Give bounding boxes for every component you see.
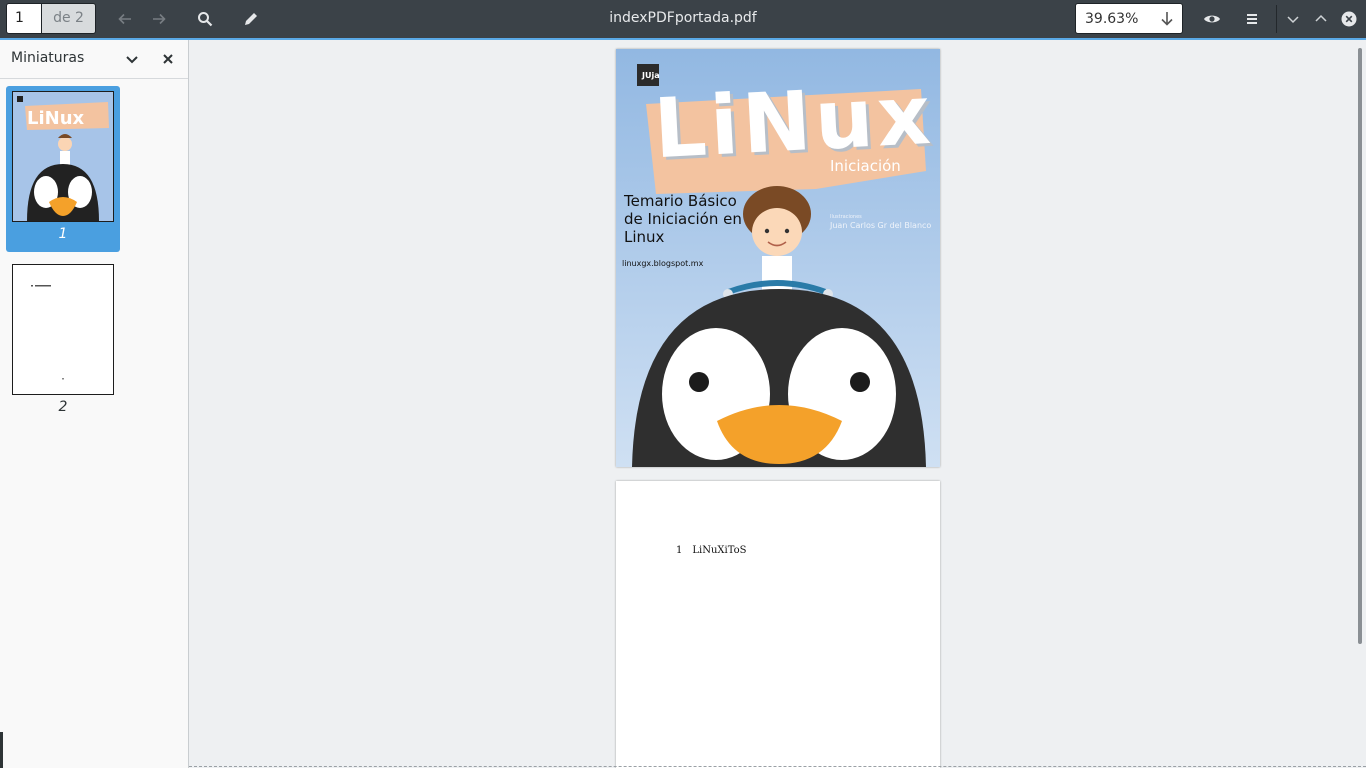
hamburger-menu-icon [1247, 14, 1257, 24]
sidebar-title: Miniaturas [11, 50, 85, 66]
svg-text:LiNux: LiNux [27, 108, 85, 129]
thumbnails-sidebar: Miniaturas LiNux 1 2 [0, 40, 189, 768]
sidebar-close-icon[interactable] [160, 51, 176, 67]
close-window-button[interactable] [1335, 5, 1363, 33]
zoom-value: 39.63% [1085, 11, 1139, 27]
forward-button[interactable] [145, 5, 173, 33]
cover-heading-line-2: de Iniciación en [624, 210, 742, 228]
toc-entry: 1 LiNuXiToS [676, 545, 747, 556]
cover-subtitle: Iniciación [830, 157, 901, 175]
window-edge-marker [0, 732, 3, 768]
page-number-input[interactable]: 1 [6, 3, 42, 34]
search-button[interactable] [191, 5, 219, 33]
previous-match-button[interactable] [1307, 5, 1335, 33]
page-2-thumbnail-label: 2 [58, 399, 68, 415]
header-bar: 1 de 2 indexPDFportada.pdf 39.63% [0, 0, 1366, 40]
annotate-button[interactable] [237, 5, 265, 33]
page-1-thumbnail-label: 1 [58, 226, 68, 242]
cover-heading-line-3: Linux [624, 228, 665, 246]
vertical-scrollbar[interactable] [1358, 48, 1362, 644]
toc-entry-number: 1 [676, 545, 683, 556]
close-icon [1341, 11, 1357, 27]
back-button[interactable] [111, 5, 139, 33]
sidebar-header: Miniaturas [0, 40, 188, 79]
bottom-dashed-line [189, 766, 1366, 767]
next-match-button[interactable] [1279, 5, 1307, 33]
sidebar-mode-chevron-down-icon[interactable] [124, 51, 140, 67]
document-view[interactable]: JUja LiNux Iniciación Temario Básico de … [189, 40, 1366, 768]
view-options-button[interactable] [1198, 5, 1226, 33]
page-2: 1 LiNuXiToS [616, 481, 940, 768]
header-separator [1276, 5, 1277, 33]
cover-heading-line-1: Temario Básico [624, 192, 737, 210]
search-icon [198, 12, 213, 27]
page-1-cover: JUja LiNux Iniciación Temario Básico de … [616, 49, 940, 467]
page-1-thumbnail[interactable]: LiNux [12, 91, 114, 222]
toc-entry-title: LiNuXiToS [692, 545, 747, 556]
cover-credit-label: Ilustraciones [830, 214, 862, 220]
cover-heading: Temario Básico de Iniciación en Linux [624, 192, 742, 246]
pencil-icon [245, 13, 257, 25]
zoom-selector[interactable]: 39.63% [1075, 3, 1183, 34]
menu-button[interactable] [1238, 5, 1266, 33]
arrow-down-icon [1161, 12, 1173, 26]
arrow-right-icon [153, 13, 166, 25]
page-2-thumbnail-image [31, 285, 64, 380]
cover-url: linuxgx.blogspot.mx [622, 259, 704, 268]
arrow-left-icon [118, 13, 131, 25]
eye-icon [1204, 15, 1220, 23]
chevron-up-icon [1315, 14, 1327, 22]
cover-thumbnail-image: LiNux [13, 92, 113, 221]
page-count-label: de 2 [42, 3, 96, 34]
chevron-down-icon [1287, 16, 1299, 24]
cover-credit-name: Juan Carlos Gr del Blanco [830, 221, 932, 230]
publisher-logo-text: JUja [642, 71, 660, 80]
page-2-thumbnail[interactable] [12, 264, 114, 395]
